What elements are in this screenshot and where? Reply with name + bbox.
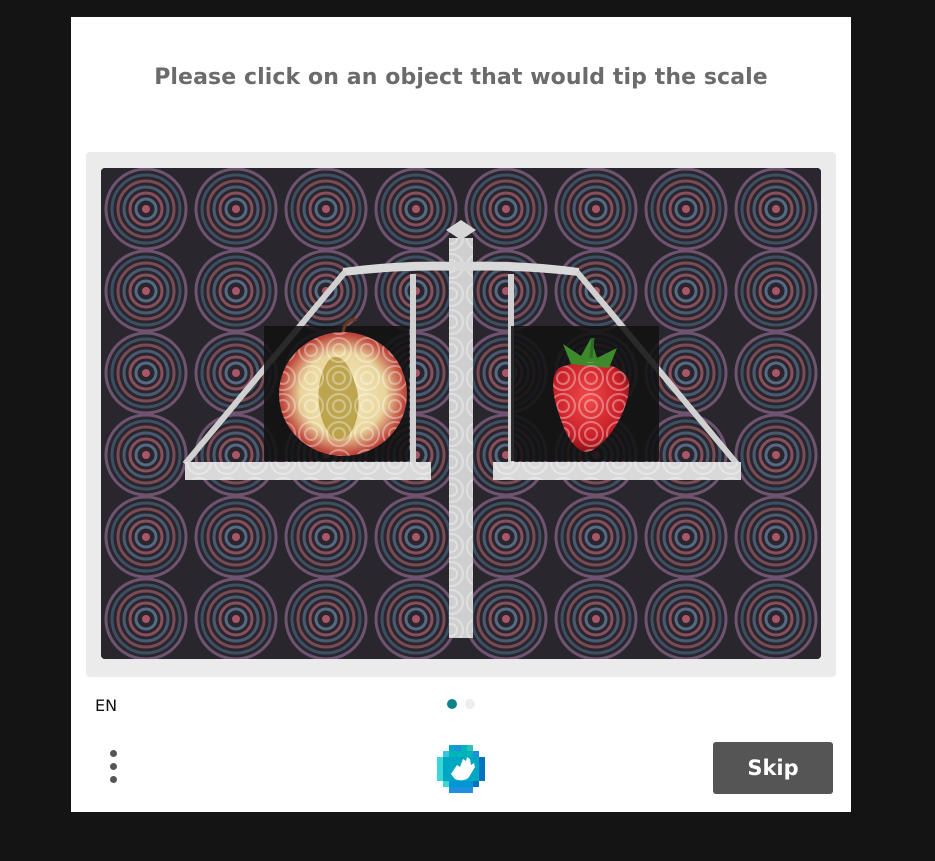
captcha-card: Please click on an object that would tip…: [71, 17, 851, 812]
pagination-dots: [447, 699, 475, 709]
challenge-frame: [86, 152, 836, 677]
balance-scale-illustration: [101, 168, 821, 659]
pagination-dot-2: [465, 699, 475, 709]
challenge-prompt: Please click on an object that would tip…: [154, 65, 768, 90]
language-selector[interactable]: EN: [95, 696, 117, 715]
pagination-dot-1: [447, 699, 457, 709]
hcaptcha-hand-icon: [435, 743, 487, 795]
challenge-image[interactable]: [101, 168, 821, 659]
more-vertical-icon[interactable]: [105, 748, 121, 786]
skip-button[interactable]: Skip: [713, 742, 833, 794]
